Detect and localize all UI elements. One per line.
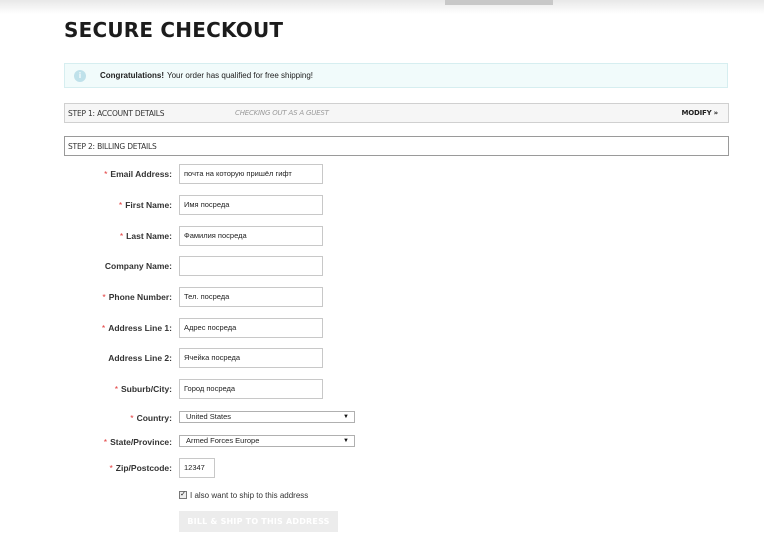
phone-row: * Phone Number: Тел. посреда (0, 287, 764, 307)
address-line-1-field[interactable]: Адрес посреда (179, 318, 323, 338)
phone-label: * Phone Number: (102, 292, 172, 302)
state-row: * State/Province: Armed Forces Europe ▼ (0, 432, 764, 452)
state-select[interactable]: Armed Forces Europe ▼ (179, 435, 355, 447)
first-name-label: * First Name: (118, 200, 172, 210)
company-label: Company Name: (104, 261, 172, 271)
country-row: * Country: United States ▼ (0, 408, 764, 428)
required-marker: * (114, 384, 118, 394)
address-line-1-label: * Address Line 1: (101, 323, 172, 333)
zip-row: * Zip/Postcode: 12347 (0, 458, 764, 478)
info-icon: i (74, 69, 86, 82)
required-marker: * (109, 463, 113, 473)
required-marker: * (103, 437, 108, 447)
ship-to-address-label: I also want to ship to this address (190, 490, 309, 500)
required-marker: * (119, 231, 124, 241)
first-name-row: * First Name: Имя посреда (0, 195, 764, 215)
required-marker: * (102, 292, 106, 302)
company-row: Company Name: (0, 256, 764, 276)
email-row: * Email Address: почта на которую пришёл … (0, 164, 764, 184)
address-line-2-field[interactable]: Ячейка посреда (179, 348, 323, 368)
notice-strong: Congratulations! (100, 71, 164, 80)
required-marker: * (101, 323, 106, 333)
top-tab (445, 0, 553, 5)
address-line-2-row: Address Line 2: Ячейка посреда (0, 348, 764, 368)
country-selected-value: United States (186, 412, 232, 421)
ship-to-address-option[interactable]: ✓ I also want to ship to this address (179, 489, 308, 501)
zip-field[interactable]: 12347 (179, 458, 215, 478)
modify-link[interactable]: MODIFY » (681, 109, 718, 117)
first-name-field[interactable]: Имя посреда (179, 195, 323, 215)
address-line-2-label: Address Line 2: (108, 353, 172, 363)
page-title: SECURE CHECKOUT (64, 18, 284, 42)
city-label: * Suburb/City: (114, 384, 172, 394)
country-label: * Country: (130, 413, 172, 423)
email-field[interactable]: почта на которую пришёл гифт (179, 164, 323, 184)
chevron-down-icon: ▼ (343, 438, 349, 444)
zip-label: * Zip/Postcode: (109, 463, 172, 473)
last-name-field[interactable]: Фамилия посреда (179, 226, 323, 246)
top-shadow (0, 0, 764, 14)
step-1-account-details: STEP 1: ACCOUNT DETAILS CHECKING OUT AS … (64, 103, 729, 123)
last-name-label: * Last Name: (119, 231, 172, 241)
step-2-billing-details: STEP 2: BILLING DETAILS (64, 136, 729, 156)
country-select[interactable]: United States ▼ (179, 411, 355, 423)
phone-field[interactable]: Тел. посреда (179, 287, 323, 307)
bill-and-ship-button[interactable]: BILL & SHIP TO THIS ADDRESS (179, 511, 338, 532)
free-shipping-notice: i Congratulations! Your order has qualif… (64, 63, 728, 88)
step-1-title: STEP 1: ACCOUNT DETAILS (68, 108, 165, 118)
email-label: * Email Address: (104, 169, 172, 179)
ship-to-address-checkbox[interactable]: ✓ (179, 491, 187, 499)
state-label: * State/Province: (103, 437, 172, 447)
city-row: * Suburb/City: Город посреда (0, 379, 764, 399)
required-marker: * (104, 169, 108, 179)
notice-text: Your order has qualified for free shippi… (167, 71, 314, 80)
required-marker: * (118, 200, 123, 210)
address-line-1-row: * Address Line 1: Адрес посреда (0, 318, 764, 338)
guest-checkout-label: CHECKING OUT AS A GUEST (235, 109, 329, 117)
last-name-row: * Last Name: Фамилия посреда (0, 226, 764, 246)
step-2-title: STEP 2: BILLING DETAILS (68, 141, 157, 151)
company-field[interactable] (179, 256, 323, 276)
required-marker: * (130, 413, 134, 423)
city-field[interactable]: Город посреда (179, 379, 323, 399)
state-selected-value: Armed Forces Europe (186, 436, 260, 445)
chevron-down-icon: ▼ (343, 414, 349, 420)
